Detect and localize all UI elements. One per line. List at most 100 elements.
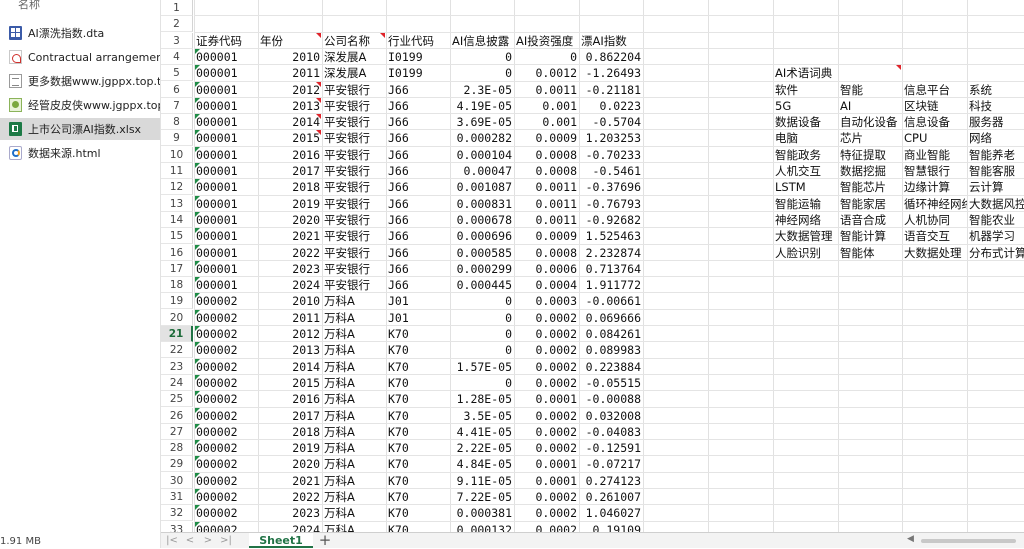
row-header[interactable]: 26 (161, 408, 193, 424)
sheet-cell[interactable]: 信息平台 (902, 82, 967, 98)
sheet-cell[interactable]: 0.862204 (579, 49, 643, 65)
sheet-cell[interactable]: 万科A (322, 342, 386, 358)
sheet-cell[interactable]: 平安银行 (322, 228, 386, 244)
sheet-cell[interactable]: 数据设备 (773, 114, 838, 130)
sheet-cell[interactable]: 万科A (322, 440, 386, 456)
sheet-cell[interactable]: 0.0002 (514, 440, 579, 456)
sheet-cell[interactable]: 深发展A (322, 49, 386, 65)
sheet-cell[interactable]: 边缘计算 (902, 179, 967, 195)
row-header[interactable]: 32 (161, 505, 193, 521)
sheet-cell[interactable]: K70 (386, 473, 450, 489)
sheet-cell[interactable]: 000001 (194, 49, 258, 65)
sheet-cell[interactable]: 1.046027 (579, 505, 643, 521)
sheet-cell[interactable]: 0 (450, 326, 514, 342)
sheet-cell[interactable]: J66 (386, 130, 450, 146)
sheet-cell[interactable]: 科技 (967, 98, 1024, 114)
sheet-cell[interactable]: 0 (450, 293, 514, 309)
sheet-cell[interactable]: 3.69E-05 (450, 114, 514, 130)
sheet-cell[interactable]: 0.0001 (514, 456, 579, 472)
sheet-cell[interactable]: 智能体 (838, 245, 902, 261)
sheet-cell[interactable]: 2022 (258, 489, 322, 505)
sheet-cell[interactable]: 人机协同 (902, 212, 967, 228)
sheet-cell[interactable]: 2022 (258, 245, 322, 261)
sheet-cell[interactable]: 漂AI指数 (579, 33, 643, 49)
sheet-cell[interactable]: 2020 (258, 212, 322, 228)
file-item[interactable]: AI漂洗指数.dta (0, 22, 160, 44)
sheet-cell[interactable]: K70 (386, 489, 450, 505)
sheet-cell[interactable]: -0.76793 (579, 196, 643, 212)
sheet-cell[interactable]: -0.00661 (579, 293, 643, 309)
sheet-cell[interactable]: 智能客服 (967, 163, 1024, 179)
row-header[interactable]: 2 (161, 16, 193, 32)
sheet-cell[interactable]: 云计算 (967, 179, 1024, 195)
sheet-cell[interactable]: 2023 (258, 505, 322, 521)
sheet-cell[interactable]: 大数据风控 (967, 196, 1024, 212)
sheet-cell[interactable]: 芯片 (838, 130, 902, 146)
sheet-cell[interactable]: 000001 (194, 261, 258, 277)
sheet-cell[interactable]: 0.0223 (579, 98, 643, 114)
sheet-cell[interactable]: 000001 (194, 114, 258, 130)
sheet-cell[interactable]: 2011 (258, 310, 322, 326)
sheet-cell[interactable]: 0.19109 (579, 522, 643, 532)
sheet-cell[interactable]: 万科A (322, 408, 386, 424)
sheet-cell[interactable]: 万科A (322, 391, 386, 407)
sheet-cell[interactable]: 0.000282 (450, 130, 514, 146)
sheet-cell[interactable]: 2018 (258, 179, 322, 195)
sheet-cell[interactable]: 万科A (322, 505, 386, 521)
sheet-cell[interactable]: 0.0009 (514, 228, 579, 244)
sheet-cell[interactable]: 0 (450, 375, 514, 391)
sheet-cell[interactable]: K70 (386, 440, 450, 456)
sheet-cell[interactable]: K70 (386, 522, 450, 532)
sheet-cell[interactable]: 0.0008 (514, 147, 579, 163)
sheet-cell[interactable]: I0199 (386, 49, 450, 65)
sheet-cell[interactable]: 2012 (258, 326, 322, 342)
sheet-cell[interactable]: 2021 (258, 473, 322, 489)
sheet-cell[interactable]: J66 (386, 261, 450, 277)
sheet-cell[interactable]: 平安银行 (322, 245, 386, 261)
sheet-cell[interactable]: 000002 (194, 505, 258, 521)
sheet-cell[interactable]: 4.41E-05 (450, 424, 514, 440)
sheet-cell[interactable]: 1.911772 (579, 277, 643, 293)
scroll-left-icon[interactable]: ◀ (907, 534, 914, 544)
sheet-cell[interactable]: 0.0001 (514, 473, 579, 489)
row-header[interactable]: 6 (161, 82, 193, 98)
sheet-cell[interactable]: 0.001087 (450, 179, 514, 195)
row-header[interactable]: 22 (161, 342, 193, 358)
sheet-cell[interactable]: 1.203253 (579, 130, 643, 146)
sheet-cell[interactable]: 平安银行 (322, 163, 386, 179)
sheet-cell[interactable]: 000001 (194, 130, 258, 146)
sheet-cell[interactable]: 0.0011 (514, 179, 579, 195)
sheet-cell[interactable]: 2013 (258, 342, 322, 358)
sheet-cell[interactable]: 000001 (194, 65, 258, 81)
sheet-cell[interactable]: 2015 (258, 375, 322, 391)
file-item[interactable]: 上市公司漂AI指数.xlsx (0, 118, 160, 140)
sheet-cell[interactable]: 0 (450, 310, 514, 326)
sheet-cell[interactable]: 000002 (194, 310, 258, 326)
sheet-cell[interactable]: 0.000696 (450, 228, 514, 244)
sheet-cell[interactable]: 000001 (194, 98, 258, 114)
sheet-cell[interactable]: 000001 (194, 179, 258, 195)
sheet-cell[interactable]: 000001 (194, 82, 258, 98)
sheet-cell[interactable]: 系统 (967, 82, 1024, 98)
sheet-cell[interactable]: -0.5704 (579, 114, 643, 130)
horizontal-scrollbar[interactable] (921, 539, 1016, 543)
sheet-cell[interactable]: 人脸识别 (773, 245, 838, 261)
sheet-cell[interactable]: J66 (386, 147, 450, 163)
sheet-cell[interactable]: 平安银行 (322, 147, 386, 163)
sheet-cell[interactable]: 公司名称 (322, 33, 386, 49)
sheet-cell[interactable]: 0.223884 (579, 359, 643, 375)
sheet-cell[interactable]: AI信息披露 (450, 33, 514, 49)
sheet-cell[interactable]: 0.0002 (514, 489, 579, 505)
sheet-cell[interactable]: 2024 (258, 522, 322, 532)
sheet-cell[interactable]: K70 (386, 408, 450, 424)
sheet-cell[interactable]: 0.0002 (514, 424, 579, 440)
sheet-cell[interactable]: 2011 (258, 65, 322, 81)
sheet-cell[interactable]: 平安银行 (322, 82, 386, 98)
sheet-cell[interactable]: 智能农业 (967, 212, 1024, 228)
file-item[interactable]: Contractual arrangements (0, 46, 160, 68)
row-header[interactable]: 30 (161, 473, 193, 489)
sheet-cell[interactable]: 000001 (194, 245, 258, 261)
sheet-cell[interactable]: -0.92682 (579, 212, 643, 228)
file-item[interactable]: 更多数据www.jgppx.top.txt (0, 70, 160, 92)
sheet-cell[interactable]: 证券代码 (194, 33, 258, 49)
